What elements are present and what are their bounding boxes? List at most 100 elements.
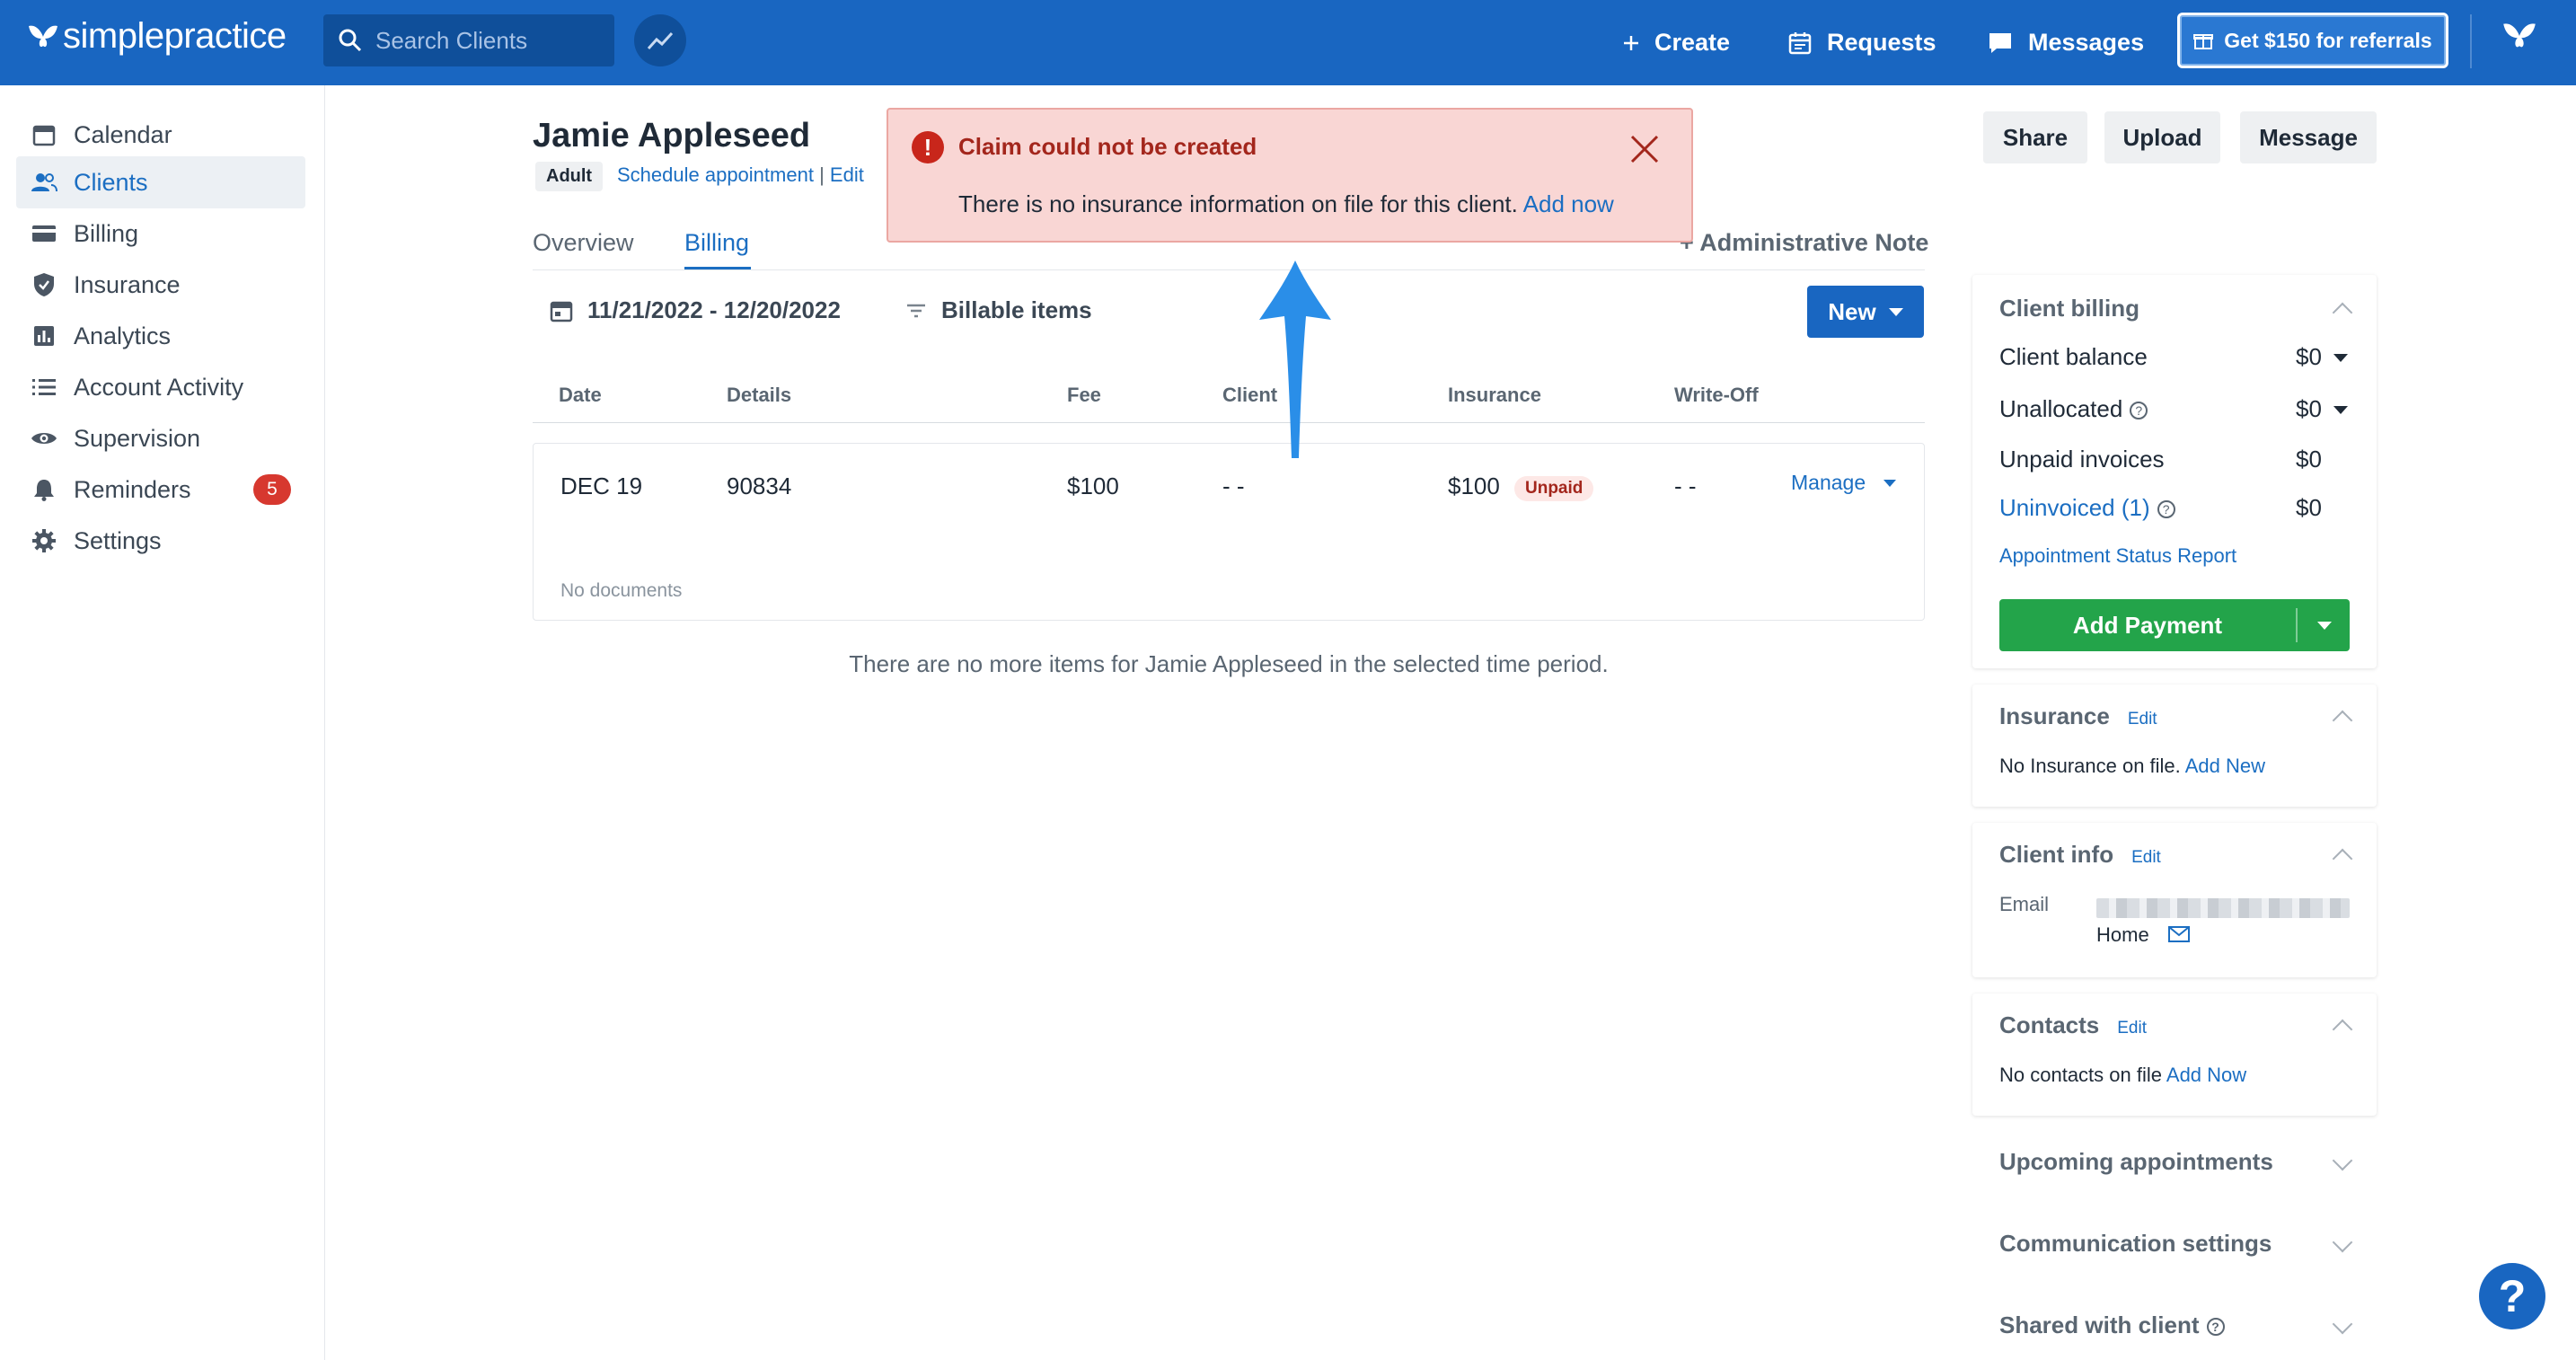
help-button[interactable]: ?	[2479, 1263, 2545, 1329]
date-range-label: 11/21/2022 - 12/20/2022	[587, 296, 841, 323]
list-icon	[29, 372, 59, 402]
header-divider	[2470, 14, 2472, 68]
appointment-status-report-link[interactable]: Appointment Status Report	[1999, 544, 2236, 568]
row-client: - -	[1222, 472, 1245, 499]
search-input[interactable]	[375, 26, 600, 55]
requests-label: Requests	[1827, 29, 1936, 56]
row-details: 90834	[727, 472, 792, 499]
client-info-edit-link[interactable]: Edit	[2131, 848, 2161, 867]
chevron-up-icon[interactable]	[2332, 848, 2353, 870]
row-write-off: - -	[1674, 472, 1697, 499]
search-box[interactable]	[323, 14, 614, 66]
status-badge: Unpaid	[1514, 476, 1594, 501]
caret-down-icon[interactable]	[2333, 406, 2348, 414]
chevron-down-icon[interactable]	[2332, 1232, 2353, 1253]
manage-label: Manage	[1791, 471, 1866, 494]
trend-icon	[647, 31, 674, 50]
contacts-edit-link[interactable]: Edit	[2117, 1019, 2147, 1038]
chevron-up-icon[interactable]	[2332, 1019, 2353, 1040]
insurance-text: No Insurance on file. Add New	[1999, 755, 2265, 777]
sidebar-item-supervision[interactable]: Supervision	[16, 412, 305, 464]
chevron-up-icon[interactable]	[2332, 710, 2353, 731]
sidebar-item-label: Supervision	[74, 424, 201, 452]
edit-client-link[interactable]: Edit	[830, 163, 864, 186]
tab-billing[interactable]: Billing	[684, 229, 749, 257]
add-payment-button[interactable]: Add Payment	[1999, 599, 2350, 651]
row-insurance: $100	[1448, 472, 1500, 499]
caret-down-icon	[1888, 307, 1903, 316]
column-header-insurance: Insurance	[1448, 384, 1541, 406]
row-fee: $100	[1067, 472, 1119, 499]
help-icon: ?	[2157, 500, 2175, 519]
messages-button[interactable]: Messages	[1987, 0, 2144, 85]
close-icon	[1630, 135, 1659, 163]
mail-icon[interactable]	[2168, 925, 2190, 943]
close-alert-button[interactable]	[1627, 131, 1663, 167]
shared-with-client-section[interactable]: Shared with client?	[1999, 1311, 2225, 1339]
sidebar-item-reminders[interactable]: Reminders 5	[16, 464, 305, 516]
messages-label: Messages	[2028, 29, 2145, 56]
client-type-badge: Adult	[535, 162, 604, 191]
sidebar-item-billing[interactable]: Billing	[16, 208, 305, 260]
reminders-count-badge: 5	[253, 474, 291, 505]
sidebar-item-label: Insurance	[74, 270, 181, 298]
sidebar-item-label: Clients	[74, 168, 148, 196]
butterfly-icon	[2503, 23, 2536, 48]
requests-button[interactable]: Requests	[1787, 0, 1936, 85]
eye-icon	[29, 423, 59, 454]
button-split-divider	[2296, 608, 2298, 642]
upcoming-appointments-section[interactable]: Upcoming appointments	[1999, 1148, 2273, 1176]
contacts-text: No contacts on file Add Now	[1999, 1064, 2247, 1086]
filter-icon	[907, 304, 925, 317]
alert-title: Claim could not be created	[958, 133, 1257, 160]
date-range-picker[interactable]: 11/21/2022 - 12/20/2022	[550, 296, 841, 324]
caret-down-icon[interactable]	[2317, 622, 2332, 630]
add-insurance-link[interactable]: Add New	[2185, 755, 2265, 777]
share-button[interactable]: Share	[1983, 111, 2087, 163]
unallocated-label: Unallocated?	[1999, 395, 2148, 423]
sidebar-item-account-activity[interactable]: Account Activity	[16, 361, 305, 413]
uninvoiced-value: $0	[2296, 494, 2322, 521]
panel-title: Insurance Edit	[1999, 702, 2157, 729]
schedule-appointment-link[interactable]: Schedule appointment	[617, 163, 814, 186]
caret-down-icon	[1883, 479, 1897, 487]
manage-dropdown[interactable]: Manage	[1791, 471, 1897, 495]
uninvoiced-link[interactable]: Uninvoiced (1)?	[1999, 494, 2175, 522]
sidebar-item-label: Analytics	[74, 322, 172, 349]
client-balance-value: $0	[2296, 343, 2322, 370]
sidebar-item-clients[interactable]: Clients	[16, 156, 305, 208]
chevron-down-icon[interactable]	[2332, 1313, 2353, 1335]
alert-message: There is no insurance information on fil…	[958, 190, 1614, 218]
message-button[interactable]: Message	[2240, 111, 2377, 163]
chevron-up-icon[interactable]	[2332, 302, 2353, 323]
administrative-note-button[interactable]: + Administrative Note	[1680, 229, 1928, 257]
column-header-fee: Fee	[1067, 384, 1101, 406]
create-button[interactable]: Create	[1622, 0, 1730, 85]
sidebar-item-settings[interactable]: Settings	[16, 515, 305, 567]
sidebar-item-analytics[interactable]: Analytics	[16, 310, 305, 362]
panel-title: Client billing	[1999, 295, 2139, 322]
referral-button[interactable]: Get $150 for referrals	[2177, 13, 2448, 68]
chevron-down-icon[interactable]	[2332, 1150, 2353, 1171]
add-payment-label: Add Payment	[2072, 611, 2223, 639]
requests-calendar-icon	[1788, 31, 1812, 54]
analytics-trend-button[interactable]	[634, 14, 686, 66]
sidebar-item-insurance[interactable]: Insurance	[16, 259, 305, 311]
contacts-panel: Contacts Edit No contacts on file Add Now	[1972, 994, 2377, 1116]
add-contact-link[interactable]: Add Now	[2166, 1064, 2246, 1086]
insurance-edit-link[interactable]: Edit	[2128, 710, 2157, 729]
tab-overview[interactable]: Overview	[533, 229, 634, 257]
logo[interactable]: simplepractice	[27, 16, 287, 57]
table-header-divider	[533, 422, 1925, 423]
referral-label: Get $150 for referrals	[2224, 28, 2432, 52]
communication-settings-section[interactable]: Communication settings	[1999, 1230, 2272, 1258]
sidebar-item-calendar[interactable]: Calendar	[16, 109, 305, 161]
new-button[interactable]: New	[1807, 286, 1924, 338]
column-header-details: Details	[727, 384, 792, 406]
account-menu[interactable]	[2501, 20, 2537, 57]
billable-items-filter[interactable]: Billable items	[905, 296, 1092, 324]
caret-down-icon[interactable]	[2333, 354, 2348, 362]
alert-message-text: There is no insurance information on fil…	[958, 190, 1518, 217]
upload-button[interactable]: Upload	[2104, 111, 2220, 163]
add-now-link[interactable]: Add now	[1523, 190, 1614, 217]
